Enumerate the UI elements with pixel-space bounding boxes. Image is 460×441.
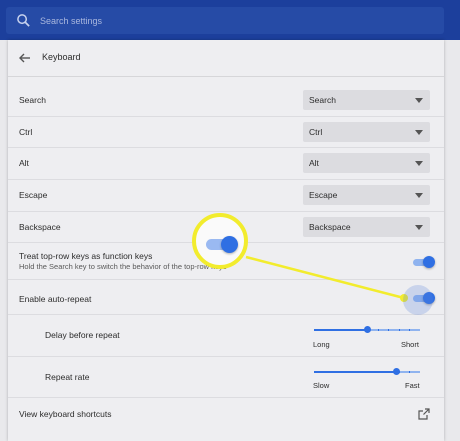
- slider-tick: [378, 371, 379, 373]
- rate-slider[interactable]: [314, 366, 420, 378]
- top-bar: [0, 0, 460, 40]
- divider: [8, 397, 444, 398]
- backspace-key-select[interactable]: Backspace: [303, 217, 430, 237]
- slider-fill: [314, 371, 396, 373]
- divider: [8, 147, 444, 148]
- caret-down-icon: [415, 98, 423, 103]
- keyboard-shortcuts-link[interactable]: View keyboard shortcuts: [19, 409, 111, 419]
- zoomed-toggle-callout: [192, 213, 248, 269]
- slider-thumb[interactable]: [393, 368, 400, 375]
- zoomed-toggle-knob: [221, 236, 238, 253]
- search-key-select[interactable]: Search: [303, 90, 430, 110]
- function-keys-toggle[interactable]: [412, 256, 435, 268]
- backspace-key-label: Backspace: [19, 222, 61, 232]
- caret-down-icon: [415, 225, 423, 230]
- slider-tick: [356, 371, 357, 373]
- divider: [8, 279, 444, 280]
- caret-down-icon: [415, 161, 423, 166]
- delay-label: Delay before repeat: [45, 330, 120, 340]
- slider-tick: [409, 329, 410, 331]
- ctrl-key-value: Ctrl: [309, 127, 323, 137]
- arrow-left-icon[interactable]: [18, 51, 32, 65]
- alt-key-value: Alt: [309, 158, 319, 168]
- escape-key-value: Escape: [309, 190, 338, 200]
- delay-max-label: Short: [401, 340, 419, 349]
- slider-tick: [367, 371, 368, 373]
- page-header: Keyboard: [8, 40, 444, 77]
- caret-down-icon: [415, 193, 423, 198]
- slider-tick: [346, 329, 347, 331]
- rate-min-label: Slow: [313, 381, 330, 390]
- search-key-label: Search: [19, 95, 46, 105]
- slider-tick: [325, 329, 326, 331]
- alt-key-label: Alt: [19, 158, 29, 168]
- toggle-highlight-halo: [403, 285, 433, 315]
- search-key-value: Search: [309, 95, 336, 105]
- divider: [8, 211, 444, 212]
- slider-tick: [346, 371, 347, 373]
- slider-tick: [388, 371, 389, 373]
- slider-tick: [399, 329, 400, 331]
- escape-key-select[interactable]: Escape: [303, 185, 430, 205]
- slider-thumb[interactable]: [364, 326, 371, 333]
- auto-repeat-label: Enable auto-repeat: [19, 294, 92, 304]
- slider-tick: [356, 329, 357, 331]
- search-input[interactable]: [40, 11, 420, 30]
- divider: [8, 179, 444, 180]
- function-keys-label: Treat top-row keys as function keys: [19, 251, 153, 261]
- search-icon: [17, 14, 30, 27]
- toggle-knob: [423, 256, 435, 268]
- divider: [8, 356, 444, 357]
- open-in-new-icon[interactable]: [418, 408, 430, 420]
- slider-tick: [409, 371, 410, 373]
- backspace-key-value: Backspace: [309, 222, 351, 232]
- search-box[interactable]: [6, 7, 444, 34]
- page-title: Keyboard: [42, 52, 81, 62]
- ctrl-key-label: Ctrl: [19, 127, 33, 137]
- ctrl-key-select[interactable]: Ctrl: [303, 122, 430, 142]
- slider-tick: [335, 329, 336, 331]
- caret-down-icon: [415, 130, 423, 135]
- divider: [8, 314, 444, 315]
- slider-tick: [325, 371, 326, 373]
- alt-key-select[interactable]: Alt: [303, 153, 430, 173]
- divider: [8, 116, 444, 117]
- delay-min-label: Long: [313, 340, 330, 349]
- rate-label: Repeat rate: [45, 372, 90, 382]
- rate-max-label: Fast: [405, 381, 420, 390]
- escape-key-label: Escape: [19, 190, 48, 200]
- slider-tick: [378, 329, 379, 331]
- slider-tick: [335, 371, 336, 373]
- slider-fill: [314, 329, 367, 331]
- delay-slider[interactable]: [314, 324, 420, 336]
- slider-tick: [388, 329, 389, 331]
- function-keys-description: Hold the Search key to switch the behavi…: [19, 262, 227, 271]
